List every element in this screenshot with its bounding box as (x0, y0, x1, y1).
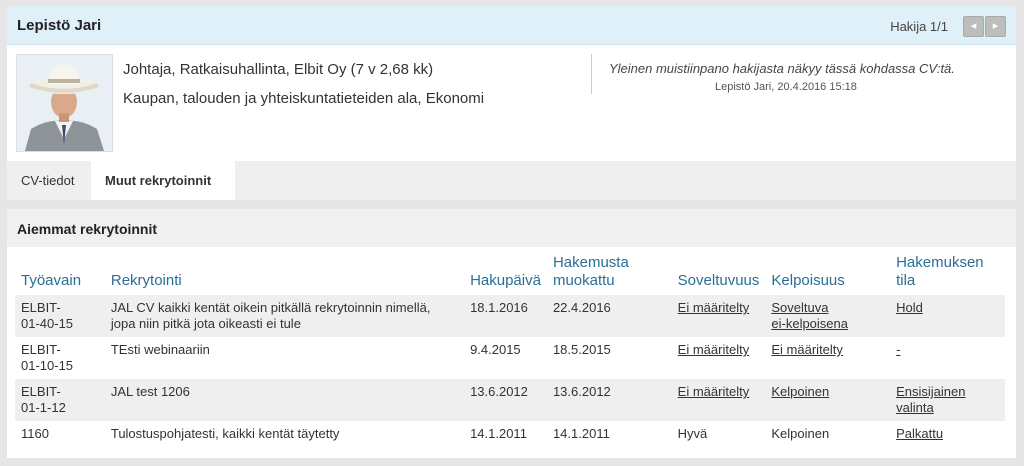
line: ELBIT- (21, 300, 61, 315)
column-header-rekrytointi[interactable]: Rekrytointi (105, 254, 464, 295)
previous-candidate-button[interactable]: ◂ (963, 16, 984, 37)
column-header-tyoavain[interactable]: Työavain (15, 254, 105, 295)
tila-link[interactable]: - (896, 342, 900, 357)
candidate-panel: Lepistö Jari Hakija 1/1 ◂ ▸ Johtaja, Rat… (7, 6, 1016, 200)
cell-rekrytointi: TEsti webinaariin (110, 342, 210, 357)
column-header-kelpoisuus[interactable]: Kelpoisuus (765, 254, 890, 295)
line: valinta (896, 400, 934, 415)
cell-rekrytointi: JAL CV kaikki kentät oikein pitkällä rek… (104, 295, 465, 337)
line: 01-1-12 (21, 400, 66, 415)
table-row: ELBIT- 01-40-15 JAL CV kaikki kentät oike… (15, 295, 1005, 337)
line: ei-kelpoisena (771, 316, 848, 331)
line: ELBIT- (21, 384, 61, 399)
chevron-left-icon: ◂ (970, 20, 977, 32)
tila-link[interactable]: Palkattu (896, 426, 943, 441)
cell-tyoavain: 1160 (21, 426, 49, 441)
table-header-row: Työavain Rekrytointi Hakupäivä Hakemusta… (15, 254, 1005, 295)
cell-muokattu: 13.6.2012 (546, 379, 672, 421)
cell-tyoavain: ELBIT- 01-10-15 (15, 337, 105, 379)
candidate-name: Lepistö Jari (17, 17, 102, 34)
next-candidate-button[interactable]: ▸ (985, 16, 1006, 37)
cell-muokattu: 22.4.2016 (546, 295, 672, 337)
line: 01-40-15 (21, 316, 74, 331)
tila-link[interactable]: Ensisijainen valinta (896, 384, 965, 415)
cell-rekrytointi: Tulostuspohjatesti, kaikki kentät täytet… (110, 426, 340, 441)
cell-muokattu: 18.5.2015 (552, 342, 611, 357)
header-line: muokattu (552, 272, 615, 289)
line: Ensisijainen (896, 384, 966, 399)
column-header-soveltuvuus[interactable]: Soveltuvuus (672, 254, 766, 295)
cell-tila: Ensisijainen valinta (890, 379, 1005, 421)
soveltuvuus-link[interactable]: Ei määritelty (678, 300, 750, 315)
header-line: Hakemuksen (896, 254, 984, 271)
header-line: Hakemusta (552, 254, 629, 271)
soveltuvuus-link[interactable]: Ei määritelty (678, 342, 750, 357)
cell-soveltuvuus: Hyvä (677, 426, 708, 441)
cell-tyoavain: ELBIT- 01-1-12 (15, 379, 105, 421)
kelpoisuus-link[interactable]: Soveltuva ei-kelpoisena (771, 300, 848, 331)
cell-kelpoisuus: Soveltuva ei-kelpoisena (765, 295, 891, 337)
previous-recruitments-panel: Aiemmat rekrytoinnit Työavain Rekrytoint… (7, 209, 1016, 458)
profile-photo-image (17, 55, 112, 151)
cell-rekrytointi: JAL test 1206 (104, 379, 465, 421)
cell-muokattu: 14.1.2011 (552, 426, 610, 441)
soveltuvuus-link[interactable]: Ei määritelty (678, 384, 750, 399)
candidate-note-meta: Lepistö Jari, 20.4.2016 15:18 (715, 81, 857, 93)
tab-cv-tiedot[interactable]: CV-tiedot (7, 161, 88, 200)
line: jopa niin pitkä jota oikeasti ei tule (110, 316, 301, 331)
line: ELBIT- (21, 342, 61, 357)
cell-kelpoisuus: Kelpoinen (765, 379, 891, 421)
column-header-tila[interactable]: Hakemuksen tila (890, 254, 1005, 295)
profile-photo (16, 54, 113, 152)
line: JAL CV kaikki kentät oikein pitkällä rek… (110, 300, 431, 315)
chevron-right-icon: ▸ (992, 20, 999, 32)
cell-kelpoisuus: Ei määritelty (765, 337, 890, 379)
candidate-headline-job: Johtaja, Ratkaisuhallinta, Elbit Oy (7 v… (123, 61, 434, 78)
candidate-position-counter: Hakija 1/1 (890, 19, 948, 34)
cell-hakupaiva: 14.1.2011 (470, 426, 527, 441)
tab-bar: CV-tiedot Muut rekrytoinnit (7, 161, 1016, 200)
section-title: Aiemmat rekrytoinnit (17, 221, 158, 237)
tila-link[interactable]: Hold (896, 300, 923, 315)
line: Soveltuva (771, 300, 829, 315)
recruitments-table: Työavain Rekrytointi Hakupäivä Hakemusta… (15, 254, 1005, 463)
candidate-header: Lepistö Jari Hakija 1/1 ◂ ▸ (7, 6, 1016, 45)
cell-kelpoisuus: Kelpoinen (771, 426, 830, 441)
column-header-muokattu[interactable]: Hakemusta muokattu (547, 254, 672, 295)
table-row: ELBIT- 01-10-15 TEsti webinaariin 9.4.201… (15, 337, 1005, 379)
tab-muut-rekrytoinnit[interactable]: Muut rekrytoinnit (91, 161, 235, 200)
cell-hakupaiva: 13.6.2012 (464, 379, 547, 421)
cell-hakupaiva: 9.4.2015 (470, 342, 521, 357)
cell-tyoavain: ELBIT- 01-40-15 (15, 295, 105, 337)
table-row: 1160 Tulostuspohjatesti, kaikki kentät t… (15, 421, 1005, 463)
cell-tila: Palkattu (890, 421, 1005, 463)
candidate-note: Yleinen muistiinpano hakijasta näkyy täs… (609, 61, 955, 76)
cell-soveltuvuus: Ei määritelty (672, 337, 766, 379)
kelpoisuus-link[interactable]: Kelpoinen (771, 384, 829, 399)
kelpoisuus-link[interactable]: Ei määritelty (771, 342, 843, 357)
section-header: Aiemmat rekrytoinnit (7, 209, 1016, 247)
divider (591, 54, 592, 94)
candidate-headline-education: Kaupan, talouden ja yhteiskuntatieteiden… (123, 90, 485, 107)
cell-hakupaiva: 18.1.2016 (464, 295, 547, 337)
header-line: tila (896, 272, 916, 289)
cell-soveltuvuus: Ei määritelty (671, 295, 766, 337)
cell-tila: - (890, 337, 1005, 379)
column-header-hakupaiva[interactable]: Hakupäivä (464, 254, 547, 295)
table-row: ELBIT- 01-1-12 JAL test 1206 13.6.2012 13… (15, 379, 1005, 421)
line: 01-10-15 (21, 358, 74, 373)
cell-soveltuvuus: Ei määritelty (671, 379, 766, 421)
cell-tila: Hold (890, 295, 1005, 337)
